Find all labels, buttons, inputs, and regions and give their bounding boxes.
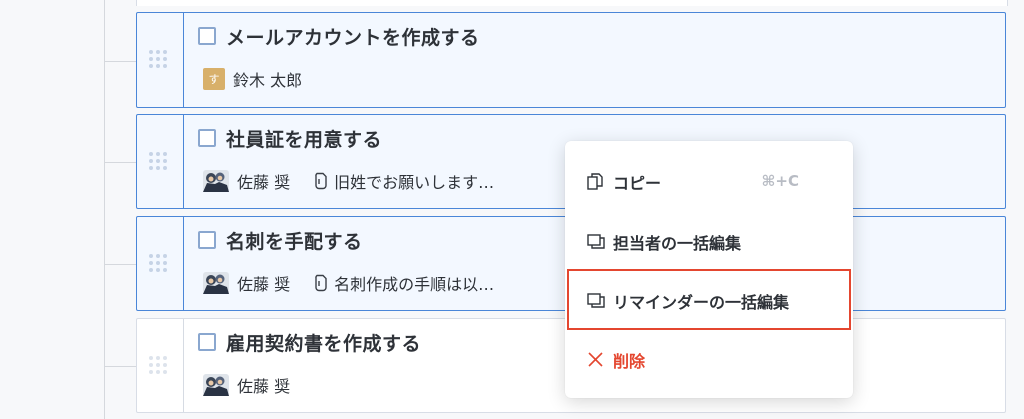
document-icon — [315, 172, 327, 190]
menu-item-label: コピー — [613, 174, 662, 193]
avatar — [203, 170, 229, 192]
avatar: す — [203, 68, 225, 90]
tree-branch — [104, 162, 137, 163]
tree-branch — [104, 366, 137, 367]
task-title[interactable]: 名刺を手配する — [226, 227, 363, 254]
assignee-name[interactable]: 佐藤 奨 — [237, 271, 290, 295]
grip-icon — [149, 151, 169, 172]
task-note[interactable]: 旧姓でお願いします… — [314, 169, 494, 193]
avatar — [203, 272, 229, 294]
document-icon — [315, 274, 327, 292]
menu-item-copy[interactable]: コピー — [585, 170, 661, 194]
assignee-name[interactable]: 佐藤 奨 — [237, 373, 290, 397]
task-checkbox[interactable] — [198, 27, 216, 45]
grip-icon — [149, 253, 169, 274]
task-checkbox[interactable] — [198, 129, 216, 147]
drag-handle[interactable] — [137, 13, 184, 107]
grip-icon — [149, 355, 169, 376]
task-title[interactable]: メールアカウントを作成する — [226, 23, 480, 50]
tree-branch — [104, 264, 137, 265]
task-note-text: 名刺作成の手順は以… — [334, 275, 495, 294]
task-checkbox[interactable] — [198, 231, 216, 249]
previous-task-card-edge — [136, 0, 1008, 6]
task-checkbox[interactable] — [198, 333, 216, 351]
task-title[interactable]: 社員証を用意する — [226, 125, 382, 152]
assignee-name[interactable]: 佐藤 奨 — [237, 169, 290, 193]
menu-item-bulk-assignee[interactable]: 担当者の一括編集 — [585, 230, 741, 254]
bulk-edit-icon — [587, 234, 605, 249]
assignee-name[interactable]: 鈴木 太郎 — [233, 67, 302, 91]
drag-handle[interactable] — [137, 115, 184, 208]
avatar — [203, 374, 229, 396]
task-note[interactable]: 名刺作成の手順は以… — [314, 271, 494, 295]
copy-shortcut: ⌘+C — [761, 172, 800, 190]
menu-item-delete[interactable]: 削除 — [585, 348, 645, 372]
menu-item-label: 担当者の一括編集 — [613, 234, 742, 253]
highlight-box — [567, 269, 851, 330]
grip-icon — [149, 50, 169, 70]
copy-icon — [587, 173, 603, 190]
task-card[interactable]: メールアカウントを作成する す 鈴木 太郎 — [136, 12, 1006, 108]
drag-handle[interactable] — [137, 217, 184, 310]
close-icon — [588, 352, 603, 367]
menu-item-label: 削除 — [613, 352, 646, 371]
task-title[interactable]: 雇用契約書を作成する — [226, 329, 421, 356]
drag-handle[interactable] — [137, 319, 184, 412]
tree-branch — [104, 61, 137, 62]
task-note-text: 旧姓でお願いします… — [334, 173, 495, 192]
tree-rail — [104, 0, 105, 419]
